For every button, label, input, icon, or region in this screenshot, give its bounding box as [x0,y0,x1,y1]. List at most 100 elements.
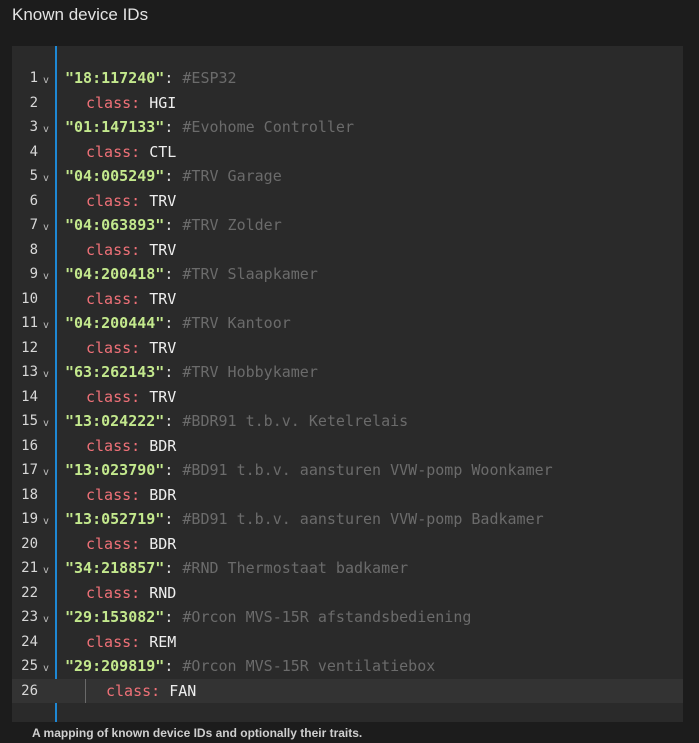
code-line[interactable]: 2 class: HGI [12,91,683,116]
code-line[interactable]: 22 class: RND [12,581,683,606]
device-comment: #BDR91 t.b.v. Ketelrelais [182,412,409,430]
class-value: CTL [149,142,177,161]
device-id-key: "04:063893" [65,216,165,234]
code-text: class: TRV [86,189,176,214]
yaml-code-editor[interactable]: 1 v "18:117240": #ESP32 2 class: HGI 3 v "01:14… [12,46,683,722]
code-text: "04:200418": #TRV Slaapkamer [65,262,318,287]
class-value [140,192,149,210]
class-property: class: [86,240,141,259]
helper-text: A mapping of known device IDs and option… [32,726,363,740]
line-number: 25 [21,658,38,674]
line-number: 6 [29,192,38,209]
colon: : [164,216,183,234]
code-line[interactable]: 20 class: BDR [12,532,683,557]
editor-lines[interactable]: 1 v "18:117240": #ESP32 2 class: HGI 3 v "01:14… [12,66,683,703]
code-line[interactable]: 14 class: TRV [12,385,683,410]
device-comment: #Evohome Controller [182,118,354,136]
code-line[interactable]: 6 class: TRV [12,189,683,214]
class-property: class: [86,387,141,406]
class-value: TRV [149,338,177,357]
class-value: REM [149,632,177,651]
code-line[interactable]: 15 v "13:024222": #BDR91 t.b.v. Ketelrelai… [12,409,683,434]
device-comment: #TRV Zolder [182,216,282,234]
line-number: 1 [29,70,38,86]
line-number: 11 [21,315,38,331]
device-id-key: "13:024222" [65,412,165,430]
line-number: 2 [29,94,38,111]
code-line[interactable]: 3 v "01:147133": #Evohome Controller [12,115,683,140]
code-line[interactable]: 4 class: CTL [12,140,683,165]
code-line[interactable]: 18 class: BDR [12,483,683,508]
code-line[interactable]: 25 v "29:209819": #Orcon MVS-15R ventilati… [12,654,683,679]
line-number: 21 [21,560,38,576]
device-comment: #TRV Garage [182,167,282,185]
line-number: 26 [21,682,38,699]
code-text: class: TRV [86,287,176,312]
code-line[interactable]: 8 class: TRV [12,238,683,263]
code-line[interactable]: 11 v "04:200444": #TRV Kantoor [12,311,683,336]
class-value [140,633,149,651]
class-value: BDR [149,534,177,553]
class-value [140,339,149,357]
code-text: class: RND [86,581,176,606]
code-text: class: TRV [86,238,176,263]
device-id-key: "04:200444" [65,314,165,332]
class-value: TRV [149,387,177,406]
class-value: BDR [149,485,177,504]
class-value: TRV [149,289,177,308]
code-line[interactable]: 16 class: BDR [12,434,683,459]
colon: : [164,412,183,430]
code-line[interactable]: 1 v "18:117240": #ESP32 [12,66,683,91]
code-text: "04:063893": #TRV Zolder [65,213,282,238]
code-line[interactable]: 19 v "13:052719": #BD91 t.b.v. aansturen V… [12,507,683,532]
line-number: 8 [29,241,38,258]
code-line[interactable]: 5 v "04:005249": #TRV Garage [12,164,683,189]
line-number: 23 [21,609,38,625]
class-value [140,584,149,602]
class-property: class: [86,289,141,308]
device-comment: #TRV Kantoor [182,314,291,332]
colon: : [164,510,183,528]
code-text: "63:262143": #TRV Hobbykamer [65,360,318,385]
device-comment: #TRV Slaapkamer [182,265,318,283]
line-number: 12 [21,339,38,356]
class-value [140,143,149,161]
code-line[interactable]: 17 v "13:023790": #BD91 t.b.v. aansturen V… [12,458,683,483]
device-id-key: "18:117240" [65,69,165,87]
code-line[interactable]: 13 v "63:262143": #TRV Hobbykamer [12,360,683,385]
line-number: 19 [21,511,38,527]
device-id-key: "63:262143" [65,363,165,381]
code-line[interactable]: 10 class: TRV [12,287,683,312]
colon: : [164,118,183,136]
code-text: "13:052719": #BD91 t.b.v. aansturen VVW-… [65,507,544,532]
code-line[interactable]: 21 v "34:218857": #RND Thermostaat badkame… [12,556,683,581]
class-property: class: [86,583,141,602]
class-property: class: [86,485,141,504]
code-text: class: CTL [86,140,176,165]
class-property: class: [86,632,141,651]
line-number: 7 [29,217,38,233]
line-number: 17 [21,462,38,478]
line-number: 13 [21,364,38,380]
device-comment: #BD91 t.b.v. aansturen VVW-pomp Badkamer [182,510,544,528]
line-number: 9 [29,266,38,282]
class-property: class: [86,191,141,210]
device-id-key: "13:052719" [65,510,165,528]
class-value [140,535,149,553]
colon: : [164,69,183,87]
class-value [140,437,149,455]
line-number: 24 [21,633,38,650]
code-line[interactable]: 7 v "04:063893": #TRV Zolder [12,213,683,238]
class-property: class: [86,436,141,455]
colon: : [164,314,183,332]
class-property: class: [86,142,141,161]
code-line[interactable]: 23 v "29:153082": #Orcon MVS-15R afstandsb… [12,605,683,630]
code-line-active[interactable]: 26 class: FAN [12,678,683,703]
code-text: "01:147133": #Evohome Controller [65,115,354,140]
code-line[interactable]: 9 v "04:200418": #TRV Slaapkamer [12,262,683,287]
code-text: class: BDR [86,483,176,508]
class-property: class: [86,534,141,553]
code-line[interactable]: 24 class: REM [12,630,683,655]
class-value: HGI [149,93,177,112]
code-line[interactable]: 12 class: TRV [12,336,683,361]
